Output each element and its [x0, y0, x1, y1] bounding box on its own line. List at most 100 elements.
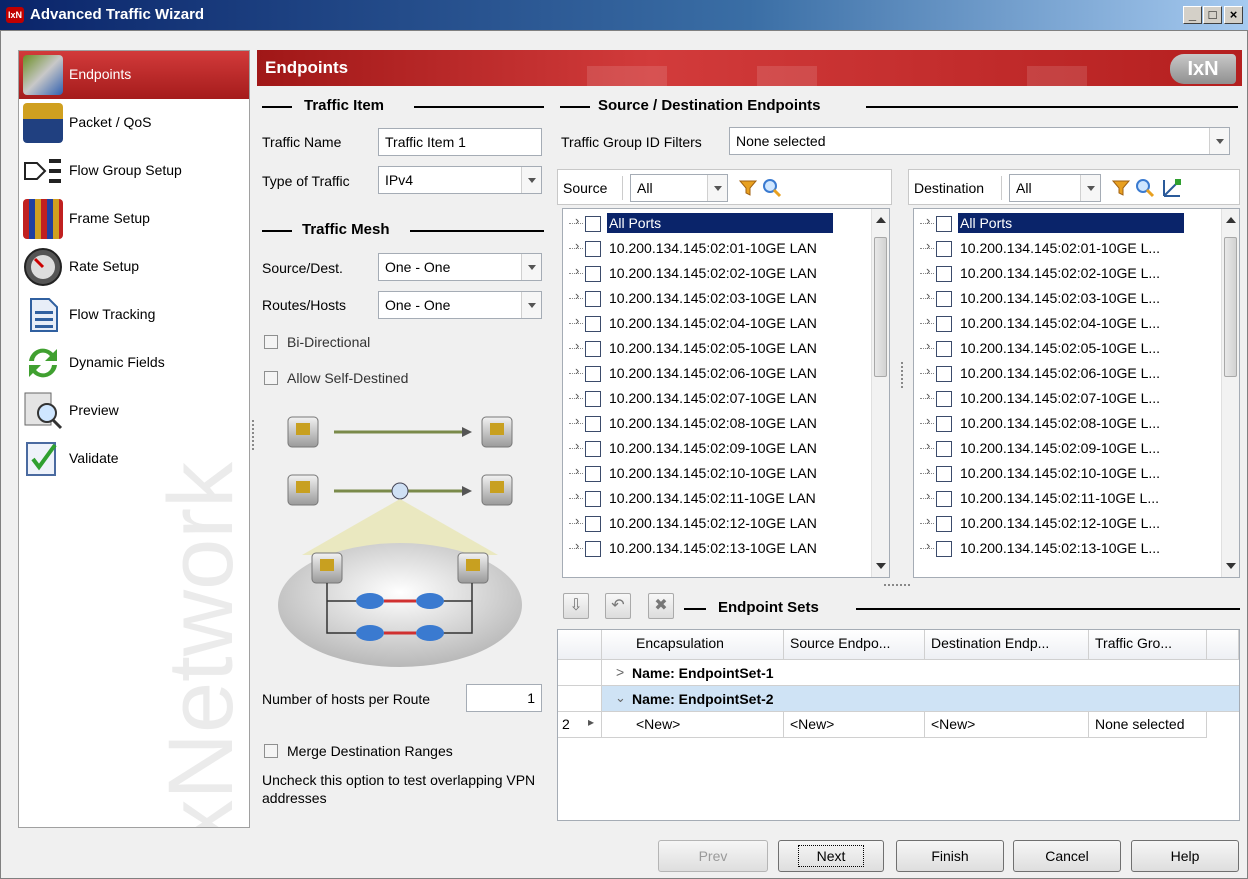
col-source-endpoints[interactable]: Source Endpo... — [784, 630, 925, 660]
port-row[interactable]: 10.200.134.145:02:05-10GE L... — [914, 336, 1239, 361]
scroll-up-icon[interactable] — [876, 217, 886, 223]
tree-expander-icon[interactable] — [569, 488, 583, 503]
source-list-scrollbar[interactable] — [871, 209, 889, 577]
close-button[interactable]: × — [1224, 6, 1243, 24]
port-checkbox[interactable] — [936, 291, 952, 307]
port-checkbox[interactable] — [936, 541, 952, 557]
port-checkbox[interactable] — [936, 441, 952, 457]
port-row[interactable]: 10.200.134.145:02:10-10GE LAN — [563, 461, 889, 486]
port-checkbox[interactable] — [585, 216, 601, 232]
port-row[interactable]: 10.200.134.145:02:04-10GE LAN — [563, 311, 889, 336]
port-row[interactable]: 10.200.134.145:02:03-10GE LAN — [563, 286, 889, 311]
allow-self-destined-checkbox[interactable] — [264, 371, 278, 385]
merge-destination-checkbox[interactable] — [264, 744, 278, 758]
port-checkbox[interactable] — [936, 366, 952, 382]
port-checkbox[interactable] — [936, 266, 952, 282]
search-icon[interactable] — [762, 178, 782, 201]
chevron-right-icon[interactable]: > — [616, 664, 624, 680]
port-checkbox[interactable] — [585, 366, 601, 382]
maximize-button[interactable]: □ — [1203, 6, 1222, 24]
port-row[interactable]: 10.200.134.145:02:12-10GE L... — [914, 511, 1239, 536]
port-row[interactable]: 10.200.134.145:02:13-10GE L... — [914, 536, 1239, 561]
port-checkbox[interactable] — [585, 291, 601, 307]
tree-expander-icon[interactable] — [920, 263, 934, 278]
cell-source-endpoints[interactable]: <New> — [784, 712, 925, 738]
port-checkbox[interactable] — [585, 516, 601, 532]
tree-expander-icon[interactable] — [569, 238, 583, 253]
nav-item-dynamic-fields[interactable]: Dynamic Fields — [19, 339, 249, 387]
port-row[interactable]: 10.200.134.145:02:09-10GE L... — [914, 436, 1239, 461]
scroll-up-icon[interactable] — [1226, 217, 1236, 223]
port-row[interactable]: 10.200.134.145:02:07-10GE LAN — [563, 386, 889, 411]
port-row[interactable]: 10.200.134.145:02:03-10GE L... — [914, 286, 1239, 311]
port-row[interactable]: 10.200.134.145:02:02-10GE L... — [914, 261, 1239, 286]
nav-item-endpoints[interactable]: Endpoints — [19, 51, 249, 99]
port-checkbox[interactable] — [585, 491, 601, 507]
destination-filter-select[interactable]: All — [1009, 174, 1101, 202]
all-ports-row[interactable]: All Ports — [914, 211, 1239, 236]
tree-expander-icon[interactable] — [569, 463, 583, 478]
nav-item-flow-tracking[interactable]: Flow Tracking — [19, 291, 249, 339]
port-checkbox[interactable] — [585, 441, 601, 457]
col-traffic-group[interactable]: Traffic Gro... — [1089, 630, 1207, 660]
port-checkbox[interactable] — [585, 541, 601, 557]
port-row[interactable]: 10.200.134.145:02:04-10GE L... — [914, 311, 1239, 336]
all-ports-row[interactable]: All Ports — [563, 211, 889, 236]
port-checkbox[interactable] — [936, 516, 952, 532]
tree-expander-icon[interactable] — [569, 263, 583, 278]
chevron-down-icon[interactable] — [521, 167, 541, 193]
tree-expander-icon[interactable] — [569, 338, 583, 353]
scroll-down-icon[interactable] — [876, 563, 886, 569]
port-checkbox[interactable] — [936, 491, 952, 507]
chevron-down-icon[interactable] — [1209, 128, 1229, 154]
port-checkbox[interactable] — [936, 416, 952, 432]
port-checkbox[interactable] — [585, 341, 601, 357]
nav-item-preview[interactable]: Preview — [19, 387, 249, 435]
port-row[interactable]: 10.200.134.145:02:12-10GE LAN — [563, 511, 889, 536]
cell-destination-endpoints[interactable]: <New> — [925, 712, 1089, 738]
chevron-down-icon[interactable] — [521, 292, 541, 318]
chevron-down-icon[interactable] — [1080, 175, 1100, 201]
tree-expander-icon[interactable] — [920, 438, 934, 453]
port-checkbox[interactable] — [936, 316, 952, 332]
tree-expander-icon[interactable] — [569, 313, 583, 328]
tree-expander-icon[interactable] — [920, 513, 934, 528]
traffic-type-select[interactable]: IPv4 — [378, 166, 542, 194]
port-row[interactable]: 10.200.134.145:02:11-10GE LAN — [563, 486, 889, 511]
delete-icon[interactable]: ✖ — [648, 593, 674, 619]
port-checkbox[interactable] — [585, 391, 601, 407]
tree-expander-icon[interactable] — [569, 438, 583, 453]
scroll-thumb[interactable] — [1224, 237, 1237, 377]
hosts-per-route-input[interactable]: 1 — [466, 684, 542, 712]
cell-traffic-group[interactable]: None selected — [1089, 712, 1207, 738]
port-row[interactable]: 10.200.134.145:02:11-10GE L... — [914, 486, 1239, 511]
port-checkbox[interactable] — [585, 466, 601, 482]
tree-expander-icon[interactable] — [920, 313, 934, 328]
tree-expander-icon[interactable] — [920, 288, 934, 303]
port-row[interactable]: 10.200.134.145:02:07-10GE L... — [914, 386, 1239, 411]
port-checkbox[interactable] — [936, 216, 952, 232]
tree-expander-icon[interactable] — [569, 213, 583, 228]
col-destination-endpoints[interactable]: Destination Endp... — [925, 630, 1089, 660]
nav-item-packet-qos[interactable]: Packet / QoS — [19, 99, 249, 147]
scroll-thumb[interactable] — [874, 237, 887, 377]
port-row[interactable]: 10.200.134.145:02:09-10GE LAN — [563, 436, 889, 461]
chevron-down-icon[interactable]: ⌄ — [615, 690, 626, 706]
next-button[interactable]: Next — [778, 840, 884, 872]
nav-item-frame-setup[interactable]: Frame Setup — [19, 195, 249, 243]
move-down-icon[interactable]: ⇩ — [563, 593, 589, 619]
port-checkbox[interactable] — [585, 241, 601, 257]
filter-icon[interactable] — [738, 178, 758, 201]
minimize-button[interactable]: _ — [1183, 6, 1202, 24]
tree-expander-icon[interactable] — [569, 413, 583, 428]
port-row[interactable]: 10.200.134.145:02:06-10GE LAN — [563, 361, 889, 386]
tree-expander-icon[interactable] — [569, 363, 583, 378]
tree-expander-icon[interactable] — [920, 388, 934, 403]
tgid-filter-select[interactable]: None selected — [729, 127, 1230, 155]
tree-expander-icon[interactable] — [920, 363, 934, 378]
port-row[interactable]: 10.200.134.145:02:06-10GE L... — [914, 361, 1239, 386]
row-header[interactable]: 2 ▸ — [558, 712, 602, 738]
port-row[interactable]: 10.200.134.145:02:01-10GE LAN — [563, 236, 889, 261]
port-row[interactable]: 10.200.134.145:02:10-10GE L... — [914, 461, 1239, 486]
undo-icon[interactable]: ↶ — [605, 593, 631, 619]
